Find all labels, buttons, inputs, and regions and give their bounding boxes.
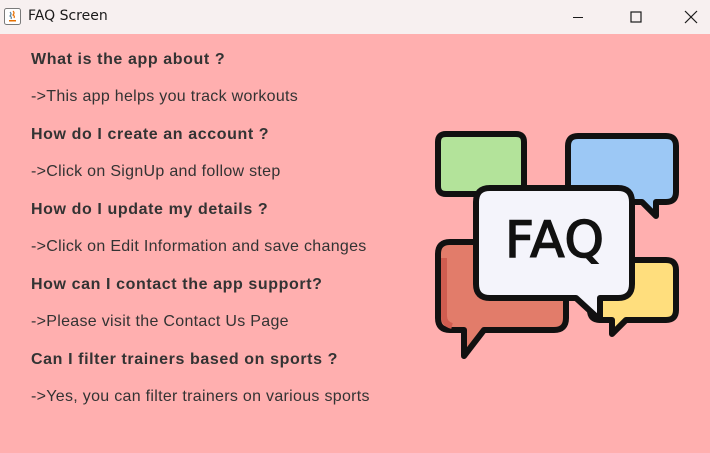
faq-question-1: What is the app about ? — [31, 51, 226, 68]
faq-question-5: Can I filter trainers based on sports ? — [31, 351, 339, 368]
close-button[interactable] — [671, 0, 710, 34]
maximize-button[interactable] — [613, 0, 659, 34]
faq-answer-2: ->Click on SignUp and follow step — [31, 163, 281, 180]
faq-answer-5: ->Yes, you can filter trainers on variou… — [31, 388, 370, 405]
faq-question-3: How do I update my details ? — [31, 201, 269, 218]
faq-content-panel: What is the app about ? ->This app helps… — [0, 34, 710, 453]
faq-central-bubble: FAQ — [473, 185, 635, 323]
faq-answer-4: ->Please visit the Contact Us Page — [31, 313, 289, 330]
close-icon — [684, 10, 697, 24]
faq-question-2: How do I create an account ? — [31, 126, 270, 143]
maximize-icon — [630, 11, 642, 23]
faq-question-4: How can I contact the app support? — [31, 276, 323, 293]
faq-answer-3: ->Click on Edit Information and save cha… — [31, 238, 367, 255]
java-app-icon — [4, 8, 21, 25]
window-title: FAQ Screen — [28, 8, 108, 24]
faq-answer-1: ->This app helps you track workouts — [31, 88, 299, 105]
faq-illustration-label: FAQ — [505, 211, 605, 269]
minimize-button[interactable] — [555, 0, 601, 34]
title-bar[interactable]: FAQ Screen — [0, 0, 710, 34]
faq-speech-bubbles-icon: FAQ — [435, 131, 679, 359]
faq-window: FAQ Screen What is the app about ? ->Thi… — [0, 0, 710, 453]
minimize-icon — [573, 17, 583, 18]
